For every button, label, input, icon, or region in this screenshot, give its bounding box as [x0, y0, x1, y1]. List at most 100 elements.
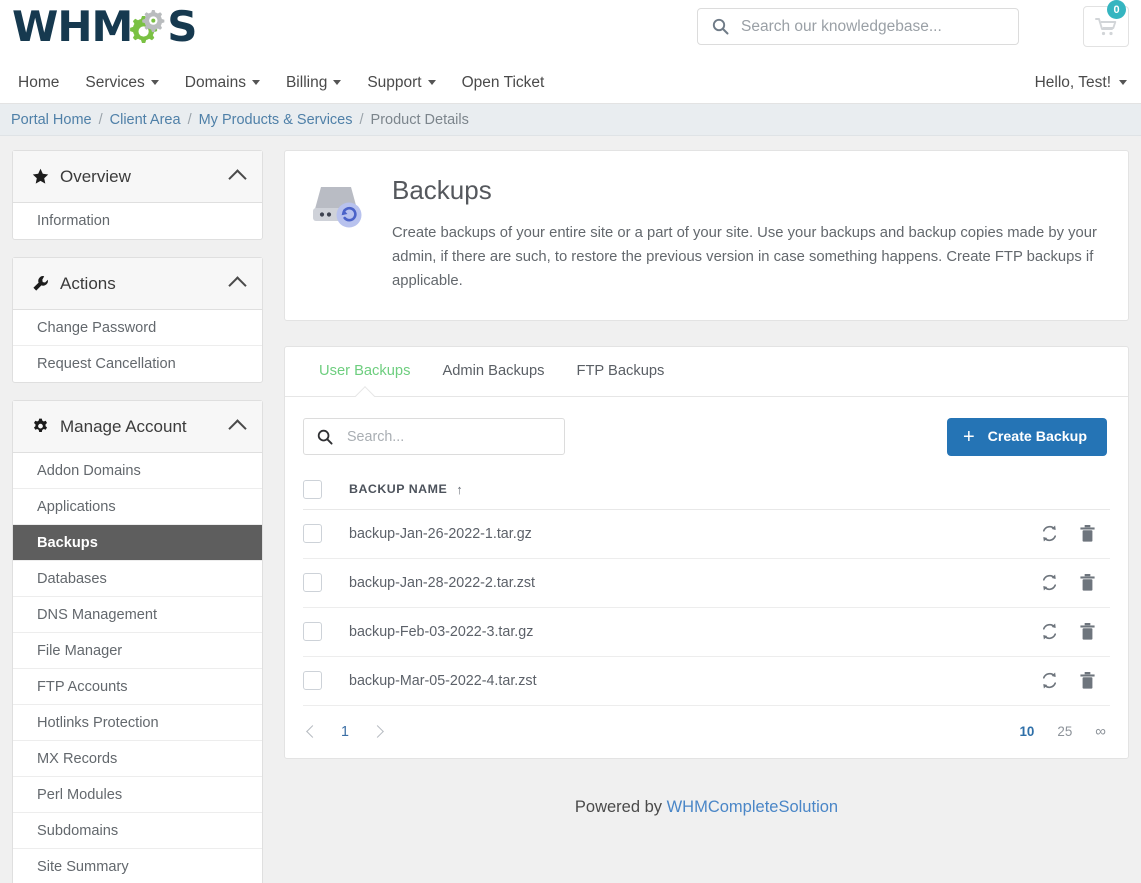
nav-item-domains[interactable]: Domains [185, 74, 260, 92]
sidebar-item-applications[interactable]: Applications [13, 489, 262, 525]
tab-admin-backups[interactable]: Admin Backups [426, 347, 560, 396]
sidebar-panel-overview: Overview Information [12, 150, 263, 240]
page-number-1[interactable]: 1 [341, 724, 349, 740]
tab-label: Admin Backups [442, 363, 544, 379]
sidebar-item-ftp-accounts[interactable]: FTP Accounts [13, 669, 262, 705]
table-row[interactable]: backup-Mar-05-2022-4.tar.zst [303, 657, 1110, 706]
restore-backup-icon[interactable] [1040, 524, 1059, 543]
create-backup-button[interactable]: + Create Backup [947, 418, 1107, 456]
backups-search-input[interactable] [345, 428, 564, 446]
restore-backup-icon[interactable] [1040, 622, 1059, 641]
sidebar-item-label: MX Records [37, 751, 117, 767]
sidebar-item-mx-records[interactable]: MX Records [13, 741, 262, 777]
backup-name: backup-Jan-28-2022-2.tar.zst [349, 575, 535, 591]
sidebar-item-label: Perl Modules [37, 787, 122, 803]
row-actions [1040, 524, 1110, 543]
sidebar-panel-header-overview[interactable]: Overview [13, 151, 262, 203]
chevron-down-icon [333, 80, 341, 85]
row-checkbox[interactable] [303, 524, 322, 543]
chevron-up-icon[interactable] [228, 169, 246, 187]
sidebar-panel-header-manage-account[interactable]: Manage Account [13, 401, 262, 453]
backups-search[interactable] [303, 418, 565, 455]
page-size-options: 10 25 ∞ [1019, 723, 1106, 740]
delete-backup-icon[interactable] [1079, 573, 1096, 592]
chevron-up-icon[interactable] [228, 276, 246, 294]
row-checkbox[interactable] [303, 573, 322, 592]
sidebar-item-label: Site Summary [37, 859, 129, 875]
search-input[interactable] [739, 17, 1018, 37]
footer-link-whmcs[interactable]: WHMCompleteSolution [667, 798, 838, 816]
breadcrumb-item-my-products-services[interactable]: My Products & Services [199, 112, 353, 128]
table-row[interactable]: backup-Jan-28-2022-2.tar.zst [303, 559, 1110, 608]
sidebar-item-backups[interactable]: Backups [13, 525, 262, 561]
main-content: Backups Create backups of your entire si… [284, 150, 1129, 883]
sidebar-panel-header-actions[interactable]: Actions [13, 258, 262, 310]
tab-user-backups[interactable]: User Backups [303, 347, 426, 396]
nav-item-support[interactable]: Support [367, 74, 435, 92]
sidebar-item-label: Request Cancellation [37, 356, 176, 372]
page-size-25[interactable]: 25 [1057, 724, 1072, 739]
nav-item-home[interactable]: Home [18, 74, 59, 92]
account-menu[interactable]: Hello, Test! [1035, 74, 1127, 92]
delete-backup-icon[interactable] [1079, 524, 1096, 543]
tab-ftp-backups[interactable]: FTP Backups [560, 347, 680, 396]
row-checkbox[interactable] [303, 671, 322, 690]
nav-label: Home [18, 74, 59, 92]
nav-item-open-ticket[interactable]: Open Ticket [462, 74, 545, 92]
nav-item-services[interactable]: Services [85, 74, 158, 92]
logo-text-right: S [167, 6, 196, 48]
sidebar-item-change-password[interactable]: Change Password [13, 310, 262, 346]
nav-label: Support [367, 74, 421, 92]
tab-label: FTP Backups [576, 363, 664, 379]
sidebar-item-perl-modules[interactable]: Perl Modules [13, 777, 262, 813]
sidebar-item-file-manager[interactable]: File Manager [13, 633, 262, 669]
select-all-checkbox[interactable] [303, 480, 322, 499]
delete-backup-icon[interactable] [1079, 671, 1096, 690]
breadcrumb-item-client-area[interactable]: Client Area [110, 112, 181, 128]
sidebar-item-addon-domains[interactable]: Addon Domains [13, 453, 262, 489]
whmcs-logo[interactable]: WHM S [12, 6, 197, 48]
next-page-icon[interactable] [371, 726, 384, 739]
sidebar-item-dns-management[interactable]: DNS Management [13, 597, 262, 633]
sidebar-panel-actions: Actions Change Password Request Cancella… [12, 257, 263, 383]
row-actions [1040, 622, 1110, 641]
restore-backup-icon[interactable] [1040, 573, 1059, 592]
sidebar-item-databases[interactable]: Databases [13, 561, 262, 597]
sidebar-item-hotlinks-protection[interactable]: Hotlinks Protection [13, 705, 262, 741]
column-header-backup-name[interactable]: BACKUP NAME ↑ [349, 482, 463, 497]
sidebar-item-subdomains[interactable]: Subdomains [13, 813, 262, 849]
previous-page-icon[interactable] [306, 726, 319, 739]
cart-button[interactable]: 0 [1083, 6, 1129, 47]
knowledgebase-search[interactable] [697, 8, 1019, 45]
page-title: Backups [392, 175, 1100, 206]
sidebar-item-site-summary[interactable]: Site Summary [13, 849, 262, 883]
nav-item-billing[interactable]: Billing [286, 74, 341, 92]
row-actions [1040, 671, 1110, 690]
backups-tabs: User Backups Admin Backups FTP Backups [285, 347, 1128, 397]
sort-ascending-icon: ↑ [456, 482, 463, 497]
backup-name: backup-Mar-05-2022-4.tar.zst [349, 673, 537, 689]
table-row[interactable]: backup-Feb-03-2022-3.tar.gz [303, 608, 1110, 657]
delete-backup-icon[interactable] [1079, 622, 1096, 641]
nav-label: Services [85, 74, 144, 92]
sidebar-item-information[interactable]: Information [13, 203, 262, 239]
sidebar-item-label: DNS Management [37, 607, 157, 623]
row-checkbox[interactable] [303, 622, 322, 641]
restore-backup-icon[interactable] [1040, 671, 1059, 690]
page-size-all[interactable]: ∞ [1095, 723, 1106, 740]
page-size-10[interactable]: 10 [1019, 724, 1034, 739]
chevron-up-icon[interactable] [228, 419, 246, 437]
breadcrumb-separator: / [360, 112, 364, 128]
chevron-down-icon [428, 80, 436, 85]
breadcrumb-item-portal-home[interactable]: Portal Home [11, 112, 92, 128]
chevron-down-icon [252, 80, 260, 85]
sidebar-item-request-cancellation[interactable]: Request Cancellation [13, 346, 262, 382]
nav-label: Domains [185, 74, 246, 92]
search-icon [317, 429, 333, 445]
sidebar-item-label: Change Password [37, 320, 156, 336]
wrench-icon [29, 275, 51, 292]
column-header-label: BACKUP NAME [349, 482, 447, 496]
breadcrumb-separator: / [99, 112, 103, 128]
backups-intro-card: Backups Create backups of your entire si… [284, 150, 1129, 321]
table-row[interactable]: backup-Jan-26-2022-1.tar.gz [303, 510, 1110, 559]
